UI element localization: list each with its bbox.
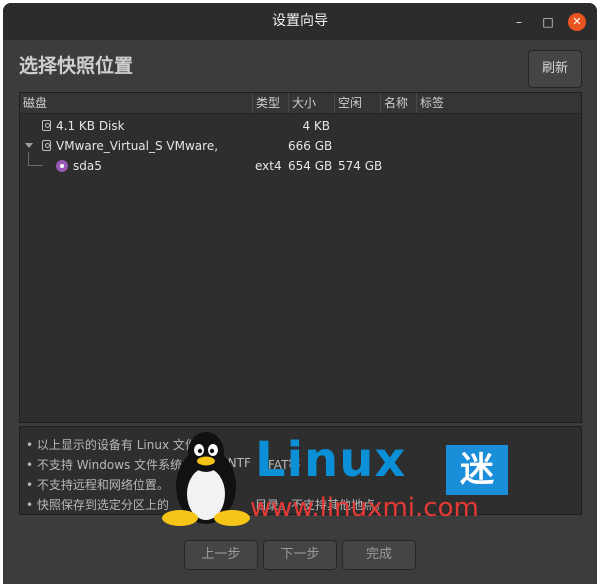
page-title: 选择快照位置 bbox=[19, 55, 134, 77]
column-header-name[interactable]: 名称 bbox=[380, 93, 416, 113]
disk-name: VMware_Virtual_S VMware, bbox=[56, 139, 219, 153]
table-row[interactable]: VMware_Virtual_S VMware, 666 GB bbox=[20, 136, 581, 156]
disk-name: 4.1 KB Disk bbox=[56, 119, 125, 133]
watermark-url: www.linuxmi.com bbox=[250, 493, 479, 523]
column-header-size[interactable]: 大小 bbox=[288, 93, 334, 113]
tux-penguin-logo bbox=[162, 432, 250, 526]
disk-icon bbox=[42, 140, 51, 151]
partition-size: 654 GB bbox=[288, 159, 333, 173]
partition-type: ext4 bbox=[255, 159, 282, 173]
refresh-button[interactable]: 刷新 bbox=[528, 50, 582, 88]
column-header-disk[interactable]: 磁盘 bbox=[20, 93, 252, 113]
tree-connector bbox=[28, 152, 43, 166]
maximize-icon[interactable]: □ bbox=[539, 13, 557, 31]
minimize-icon[interactable]: – bbox=[510, 13, 528, 31]
table-row[interactable]: 4.1 KB Disk 4 KB bbox=[20, 116, 581, 136]
finish-button[interactable]: 完成 bbox=[342, 540, 416, 570]
close-icon[interactable]: ✕ bbox=[568, 13, 586, 31]
disk-size: 4 KB bbox=[302, 119, 330, 133]
watermark-brand: Linux bbox=[255, 432, 407, 488]
title-bar: 设置向导 – □ ✕ bbox=[3, 3, 597, 40]
partition-free: 574 GB bbox=[338, 159, 383, 173]
watermark-mi-badge: 迷 bbox=[446, 445, 508, 495]
disk-size: 666 GB bbox=[288, 139, 333, 153]
next-button[interactable]: 下一步 bbox=[263, 540, 337, 570]
table-header: 磁盘 类型 大小 空闲 名称 标签 bbox=[20, 93, 581, 114]
note-line: • 快照保存到选定分区上的 bbox=[26, 498, 169, 512]
window-title: 设置向导 bbox=[272, 13, 328, 29]
note-line: • 不支持远程和网络位置。 bbox=[26, 478, 169, 492]
partition-icon bbox=[56, 160, 68, 172]
column-header-tag[interactable]: 标签 bbox=[416, 93, 452, 113]
partition-name: sda5 bbox=[73, 159, 102, 173]
previous-button[interactable]: 上一步 bbox=[184, 540, 258, 570]
column-header-free[interactable]: 空闲 bbox=[334, 93, 380, 113]
disk-icon bbox=[42, 120, 51, 131]
chevron-down-icon[interactable] bbox=[25, 143, 33, 148]
column-header-type[interactable]: 类型 bbox=[252, 93, 288, 113]
disk-table: 磁盘 类型 大小 空闲 名称 标签 4.1 KB Disk 4 KB VMwar… bbox=[19, 92, 582, 423]
table-row[interactable]: sda5 ext4 654 GB 574 GB bbox=[20, 152, 581, 176]
